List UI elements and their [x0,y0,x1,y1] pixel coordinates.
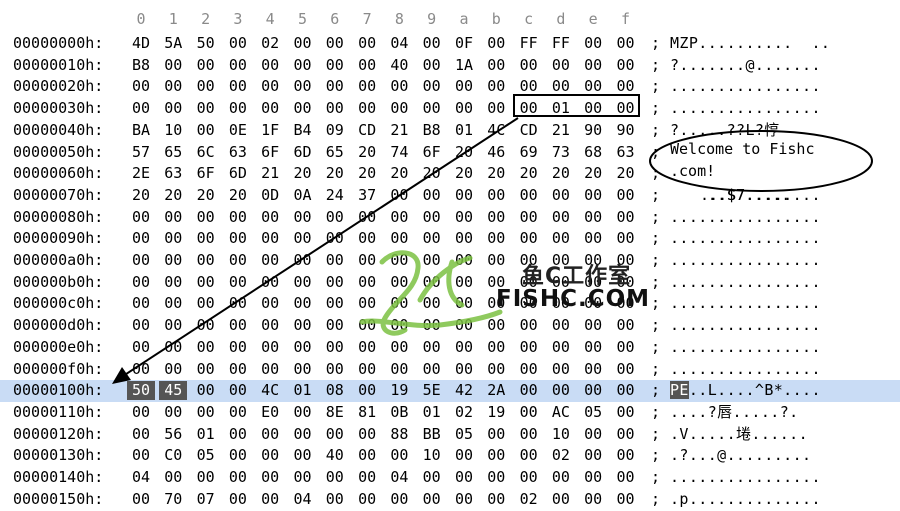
annotation-overlay [112,117,873,384]
fishc-logo-icon [359,250,503,336]
pointer-arrow-line [119,117,519,379]
watermark-english: FISHC.COM [496,286,651,312]
ascii-below-bubble: ...$7..... [700,186,791,204]
pointer-arrow-head-icon [112,367,131,384]
callout-ellipse [649,130,873,192]
